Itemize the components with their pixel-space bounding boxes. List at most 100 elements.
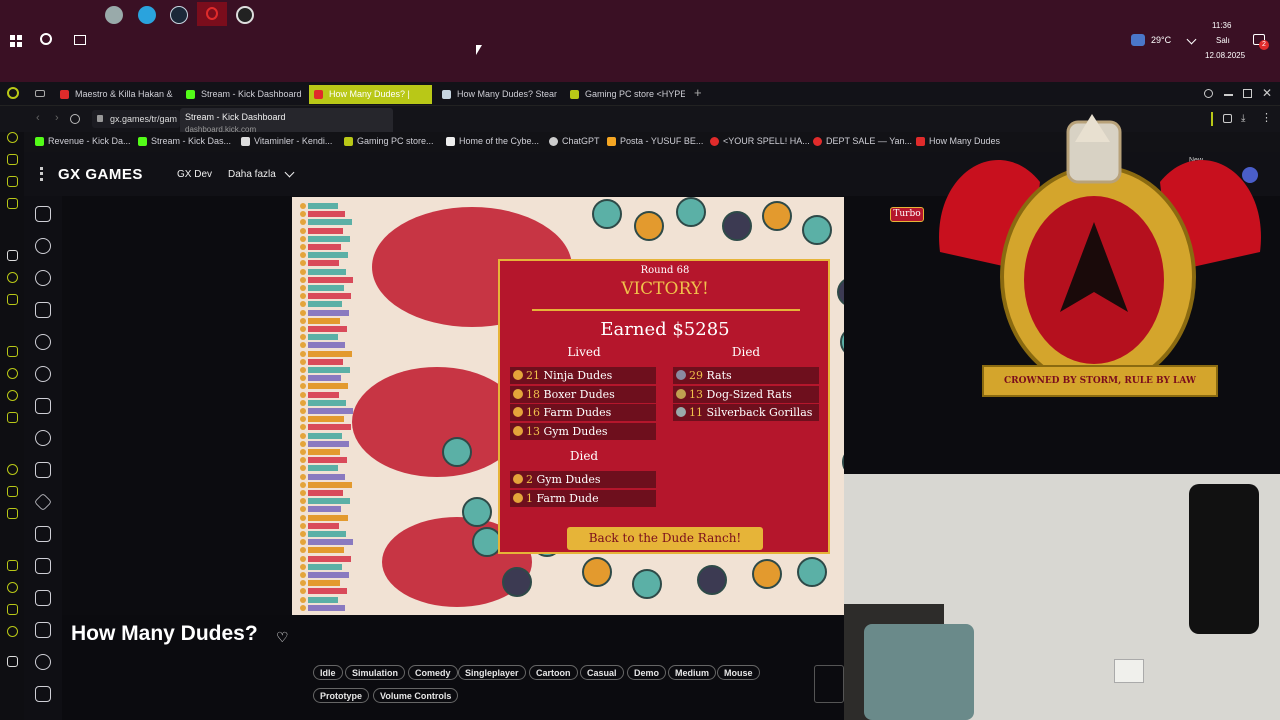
telegram-rail-icon[interactable] bbox=[7, 412, 18, 423]
tab-overview-icon[interactable] bbox=[35, 90, 45, 97]
telegram-icon[interactable] bbox=[138, 6, 156, 24]
new-tab-icon[interactable]: + bbox=[694, 85, 702, 100]
unit-bar bbox=[308, 514, 348, 521]
bookmark-item[interactable]: <YOUR SPELL! HA... bbox=[710, 136, 810, 146]
whatsapp-icon[interactable] bbox=[7, 390, 18, 401]
search-icon[interactable] bbox=[35, 238, 51, 254]
tag-chip[interactable]: Comedy bbox=[408, 665, 458, 680]
gx-side-nav bbox=[24, 196, 62, 720]
back-icon[interactable]: ‹ bbox=[36, 112, 40, 124]
alert-icon[interactable] bbox=[35, 366, 51, 382]
chevron-down-icon[interactable] bbox=[284, 167, 295, 178]
tab-kick-dashboard[interactable]: Stream - Kick Dashboard bbox=[181, 85, 303, 104]
clock-date[interactable]: 12.08.2025 bbox=[1205, 51, 1245, 60]
bookmark-item[interactable]: Home of the Cybe... bbox=[446, 136, 539, 146]
dude-icon bbox=[513, 407, 523, 417]
back-to-ranch-button[interactable]: Back to the Dude Ranch! bbox=[567, 527, 763, 550]
gx-games-logo[interactable]: GX GAMES bbox=[58, 166, 143, 183]
temperature[interactable]: 29°C bbox=[1151, 35, 1171, 45]
close-icon[interactable]: ✕ bbox=[1262, 86, 1272, 100]
url-field[interactable]: gx.games/tr/gam bbox=[92, 110, 180, 128]
nav-gx-dev[interactable]: GX Dev bbox=[177, 169, 212, 180]
search-icon[interactable] bbox=[40, 33, 52, 45]
scroll-icon[interactable] bbox=[35, 686, 51, 702]
tag-chip[interactable]: Singleplayer bbox=[458, 665, 526, 680]
tag-chip[interactable]: Cartoon bbox=[529, 665, 578, 680]
grid-icon[interactable] bbox=[35, 558, 51, 574]
messenger-icon[interactable] bbox=[7, 368, 18, 379]
bulb-icon[interactable] bbox=[7, 626, 18, 637]
tower-icon[interactable] bbox=[35, 622, 51, 638]
globe-icon[interactable] bbox=[35, 334, 51, 350]
tag-chip[interactable]: Demo bbox=[627, 665, 667, 680]
unit-bar bbox=[308, 580, 340, 587]
maximize-icon[interactable] bbox=[1243, 89, 1252, 98]
tag-chip[interactable]: Mouse bbox=[717, 665, 760, 680]
minimize-icon[interactable] bbox=[1224, 94, 1233, 96]
bookmark-item[interactable]: Revenue - Kick Da... bbox=[35, 136, 131, 146]
player-icon[interactable] bbox=[7, 464, 18, 475]
tab-maestro[interactable]: Maestro & Killa Hakan & N bbox=[55, 85, 173, 104]
favorite-heart-icon[interactable]: ♡ bbox=[276, 629, 289, 646]
unit-icon bbox=[300, 555, 306, 562]
gx-cleaner-icon[interactable] bbox=[7, 176, 18, 187]
bookmark-item[interactable]: Stream - Kick Das... bbox=[138, 136, 231, 146]
tab-gaming-pc[interactable]: Gaming PC store <HYPER bbox=[565, 85, 685, 104]
tag-chip[interactable]: Casual bbox=[580, 665, 624, 680]
speed-dial-icon[interactable] bbox=[7, 132, 18, 143]
diamond-icon[interactable] bbox=[33, 492, 53, 512]
windows-start-icon[interactable] bbox=[10, 35, 22, 47]
pin-icon[interactable] bbox=[7, 250, 18, 261]
extensions-icon[interactable] bbox=[7, 294, 18, 305]
turbo-button[interactable]: Turbo bbox=[890, 207, 924, 222]
bookmark-item[interactable]: Posta - YUSUF BE... bbox=[607, 136, 703, 146]
opera-gx-logo-icon[interactable] bbox=[7, 87, 19, 99]
mail-icon[interactable] bbox=[7, 198, 18, 209]
clock-time[interactable]: 11:36 bbox=[1212, 21, 1231, 30]
tag-chip[interactable]: Idle bbox=[313, 665, 343, 680]
wallet-icon[interactable] bbox=[7, 508, 18, 519]
history-icon[interactable] bbox=[7, 604, 18, 615]
heart-icon[interactable] bbox=[35, 270, 51, 286]
skull-icon[interactable] bbox=[35, 654, 51, 670]
hourglass-icon[interactable] bbox=[35, 526, 51, 542]
twitch-icon[interactable] bbox=[7, 346, 18, 357]
nav-more[interactable]: Daha fazla bbox=[228, 169, 276, 180]
dude-sprite bbox=[797, 557, 827, 587]
tag-chip[interactable]: Volume Controls bbox=[373, 688, 459, 703]
forward-icon[interactable]: › bbox=[55, 112, 59, 124]
gx-corner-icon[interactable] bbox=[7, 656, 18, 667]
tag-chip[interactable]: Medium bbox=[668, 665, 717, 680]
gauge-icon[interactable] bbox=[236, 6, 254, 24]
bookmark-item[interactable]: Gaming PC store... bbox=[344, 136, 434, 146]
menu-icon[interactable] bbox=[40, 167, 43, 181]
bookmark-item[interactable]: DEPT SALE — Yan... bbox=[813, 136, 912, 146]
home-icon[interactable] bbox=[35, 206, 51, 222]
cards-icon[interactable] bbox=[35, 462, 51, 478]
bookmark-item[interactable]: ChatGPT bbox=[549, 136, 600, 146]
tab-steam[interactable]: How Many Dudes? Steam bbox=[437, 85, 557, 104]
send-icon[interactable] bbox=[7, 486, 18, 497]
steam-icon[interactable] bbox=[170, 6, 188, 24]
refresh-icon[interactable] bbox=[35, 430, 51, 446]
reload-icon[interactable] bbox=[70, 114, 80, 124]
app-pin-icon[interactable] bbox=[105, 6, 123, 24]
ai-icon[interactable] bbox=[7, 272, 18, 283]
clock-day[interactable]: Salı bbox=[1216, 36, 1230, 45]
side-button[interactable] bbox=[814, 665, 844, 703]
bookmark-item[interactable]: Vitaminler - Kendi... bbox=[241, 136, 332, 146]
grid-icon[interactable] bbox=[7, 560, 18, 571]
opera-gx-pin-icon[interactable] bbox=[197, 2, 227, 26]
tag-chip[interactable]: Prototype bbox=[313, 688, 370, 703]
search-tabs-icon[interactable] bbox=[1204, 89, 1213, 98]
puzzle-icon[interactable] bbox=[35, 590, 51, 606]
gx-control-icon[interactable] bbox=[7, 154, 18, 165]
chevron-up-icon[interactable] bbox=[1186, 34, 1197, 45]
tag-chip[interactable]: Simulation bbox=[345, 665, 406, 680]
tab-how-many-dudes[interactable]: How Many Dudes? | bbox=[309, 85, 432, 104]
bag-icon[interactable] bbox=[35, 302, 51, 318]
weather-icon[interactable] bbox=[1131, 34, 1145, 46]
heart-icon[interactable] bbox=[7, 582, 18, 593]
task-view-icon[interactable] bbox=[74, 35, 86, 45]
fire-icon[interactable] bbox=[35, 398, 51, 414]
